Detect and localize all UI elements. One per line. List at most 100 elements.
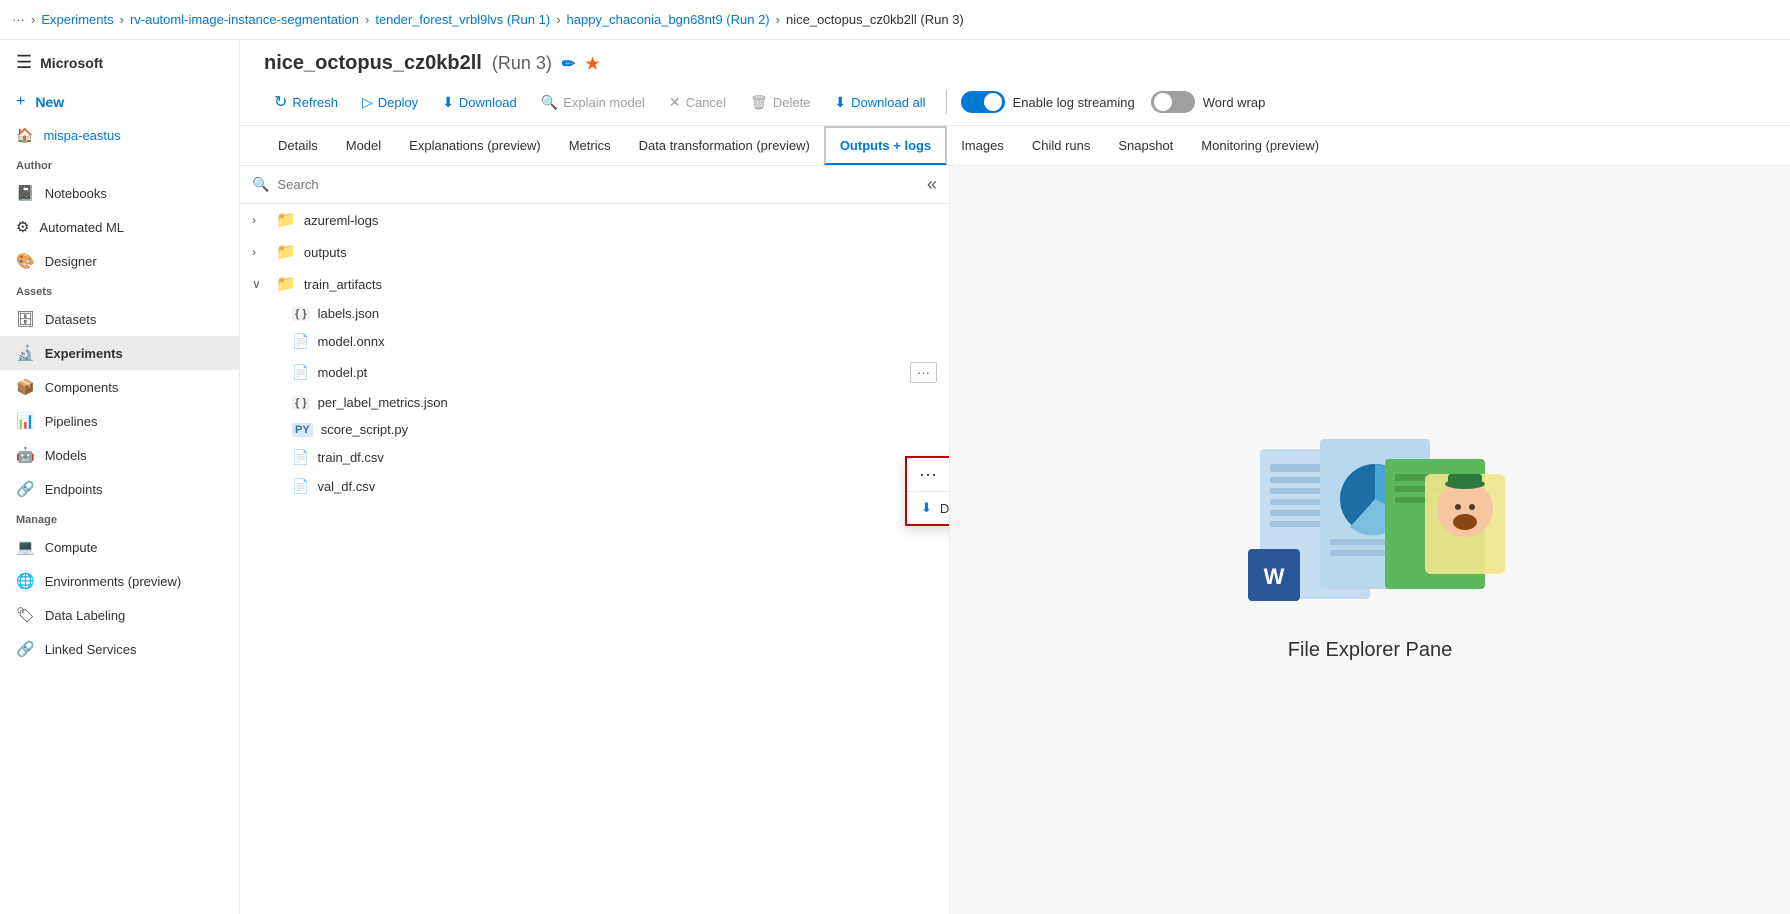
file-item-per-label-metrics[interactable]: { } per_label_metrics.json ··· — [240, 389, 949, 416]
sidebar-item-linked-services[interactable]: 🔗 Linked Services — [0, 632, 239, 666]
breadcrumb-run2[interactable]: happy_chaconia_bgn68nt9 (Run 2) — [567, 12, 770, 27]
delete-button[interactable]: 🗑 Delete — [740, 89, 820, 116]
file-item-train-artifacts[interactable]: ∨ 📁 train_artifacts — [240, 268, 949, 300]
search-icon: 🔍 — [252, 176, 269, 193]
context-menu-dots[interactable]: ··· — [907, 458, 950, 492]
explain-model-button[interactable]: 🔍 Explain model — [531, 89, 655, 116]
json-icon: { } — [292, 396, 310, 410]
sidebar-item-data-labeling[interactable]: 🏷 Data Labeling — [0, 598, 239, 632]
compute-icon: 💻 — [16, 538, 35, 556]
download-all-button[interactable]: ⬇ Download all — [824, 89, 935, 116]
breadcrumb-experiments[interactable]: Experiments — [41, 12, 113, 27]
section-label-assets: Assets — [0, 278, 239, 302]
file-icon: 📄 — [292, 478, 309, 495]
collapse-button[interactable]: « — [927, 174, 937, 195]
sidebar-item-compute[interactable]: 💻 Compute — [0, 530, 239, 564]
endpoints-label: Endpoints — [45, 482, 103, 497]
file-item-labels-json[interactable]: { } labels.json ··· — [240, 300, 949, 327]
designer-icon: 🎨 — [16, 252, 35, 270]
notebooks-label: Notebooks — [45, 186, 107, 201]
sidebar-item-endpoints[interactable]: 🔗 Endpoints — [0, 472, 239, 506]
toolbar: ↻ Refresh ▷ Deploy ⬇ Download 🔍 Explain … — [264, 87, 1766, 117]
context-menu-download[interactable]: ⬇ Download — [907, 492, 950, 524]
file-item-val-df[interactable]: 📄 val_df.csv ··· — [240, 472, 949, 501]
file-search-input[interactable] — [277, 177, 919, 192]
home-icon: 🏠 — [16, 127, 33, 144]
download-all-icon: ⬇ — [834, 94, 846, 111]
menu-button[interactable]: ☰ Microsoft — [0, 40, 239, 85]
breadcrumb-run1[interactable]: tender_forest_vrbl9lvs (Run 1) — [375, 12, 550, 27]
section-label-author: Author — [0, 152, 239, 176]
hamburger-icon: ☰ — [16, 52, 32, 73]
file-explorer-illustration: W File Explorer Pane — [1230, 419, 1510, 662]
tab-monitoring[interactable]: Monitoring (preview) — [1187, 128, 1333, 165]
folder-icon: 📁 — [276, 274, 296, 294]
download-all-label: Download all — [851, 95, 925, 110]
tab-explanations[interactable]: Explanations (preview) — [395, 128, 555, 165]
word-wrap-toggle[interactable] — [1151, 91, 1195, 113]
breadcrumb-experiment-name[interactable]: rv-automl-image-instance-segmentation — [130, 12, 359, 27]
sidebar-item-automated-ml[interactable]: ⚙ Automated ML — [0, 210, 239, 244]
deploy-label: Deploy — [378, 95, 418, 110]
sidebar-item-models[interactable]: 🤖 Models — [0, 438, 239, 472]
file-more-button[interactable]: ··· — [910, 362, 937, 383]
python-icon: PY — [292, 423, 313, 437]
breadcrumb-bar: ··· › Experiments › rv-automl-image-inst… — [0, 0, 1790, 40]
log-streaming-label: Enable log streaming — [1013, 95, 1135, 110]
star-icon[interactable]: ★ — [585, 54, 599, 74]
tab-details[interactable]: Details — [264, 128, 332, 165]
download-button[interactable]: ⬇ Download — [432, 89, 527, 116]
tab-outputs-logs[interactable]: Outputs + logs — [824, 126, 947, 165]
folder-name: outputs — [304, 245, 937, 260]
sidebar-item-pipelines[interactable]: 📊 Pipelines — [0, 404, 239, 438]
file-item-azureml-logs[interactable]: › 📁 azureml-logs — [240, 204, 949, 236]
designer-label: Designer — [45, 254, 97, 269]
breadcrumb-dots[interactable]: ··· — [12, 12, 25, 27]
file-explorer-layout: 🔍 « › 📁 azureml-logs › 📁 outputs — [240, 166, 1790, 914]
tab-metrics[interactable]: Metrics — [555, 128, 625, 165]
sidebar-item-designer[interactable]: 🎨 Designer — [0, 244, 239, 278]
file-name: model.pt — [317, 365, 902, 380]
refresh-button[interactable]: ↻ Refresh — [264, 87, 348, 117]
sidebar-item-datasets[interactable]: 🗄 Datasets — [0, 302, 239, 336]
explain-label: Explain model — [563, 95, 645, 110]
deploy-button[interactable]: ▷ Deploy — [352, 89, 428, 116]
tab-child-runs[interactable]: Child runs — [1018, 128, 1105, 165]
log-streaming-toggle[interactable] — [961, 91, 1005, 113]
run-title-row: nice_octopus_cz0kb2ll (Run 3) ✏ ★ — [264, 52, 1766, 75]
sidebar-item-components[interactable]: 📦 Components — [0, 370, 239, 404]
file-explorer-pane-label: File Explorer Pane — [1288, 639, 1453, 662]
sidebar-item-environments[interactable]: 🌐 Environments (preview) — [0, 564, 239, 598]
right-panel: W File Explorer Pane — [950, 166, 1790, 914]
components-icon: 📦 — [16, 378, 35, 396]
svg-text:W: W — [1264, 564, 1285, 589]
folder-name: train_artifacts — [304, 277, 937, 292]
chevron-right-icon: › — [252, 213, 268, 227]
sidebar-account[interactable]: 🏠 mispa-eastus — [0, 119, 239, 152]
file-item-train-df[interactable]: 📄 train_df.csv ··· — [240, 443, 949, 472]
run-tag: (Run 3) — [492, 53, 552, 74]
folder-name: azureml-logs — [304, 213, 937, 228]
sidebar-new-button[interactable]: + New — [0, 85, 239, 119]
tab-model[interactable]: Model — [332, 128, 395, 165]
context-menu: ··· ⬇ Download — [905, 456, 950, 526]
cancel-label: Cancel — [686, 95, 726, 110]
delete-icon: 🗑 — [750, 94, 768, 111]
automated-ml-label: Automated ML — [39, 220, 124, 235]
linked-services-icon: 🔗 — [16, 640, 35, 658]
cancel-button[interactable]: ✕ Cancel — [659, 89, 736, 116]
file-item-score-script[interactable]: PY score_script.py ··· — [240, 416, 949, 443]
plus-icon: + — [16, 93, 25, 111]
edit-icon[interactable]: ✏ — [562, 54, 575, 74]
file-item-model-pt[interactable]: 📄 model.pt ··· — [240, 356, 949, 389]
tab-images[interactable]: Images — [947, 128, 1018, 165]
main-layout: ☰ Microsoft + New 🏠 mispa-eastus Author … — [0, 40, 1790, 914]
tab-data-transformation[interactable]: Data transformation (preview) — [625, 128, 824, 165]
tab-snapshot[interactable]: Snapshot — [1104, 128, 1187, 165]
sidebar-item-notebooks[interactable]: 📓 Notebooks — [0, 176, 239, 210]
file-item-model-onnx[interactable]: 📄 model.onnx ··· — [240, 327, 949, 356]
deploy-icon: ▷ — [362, 94, 373, 111]
sidebar-item-experiments[interactable]: 🔬 Experiments — [0, 336, 239, 370]
file-item-outputs[interactable]: › 📁 outputs — [240, 236, 949, 268]
toolbar-divider — [946, 90, 947, 114]
